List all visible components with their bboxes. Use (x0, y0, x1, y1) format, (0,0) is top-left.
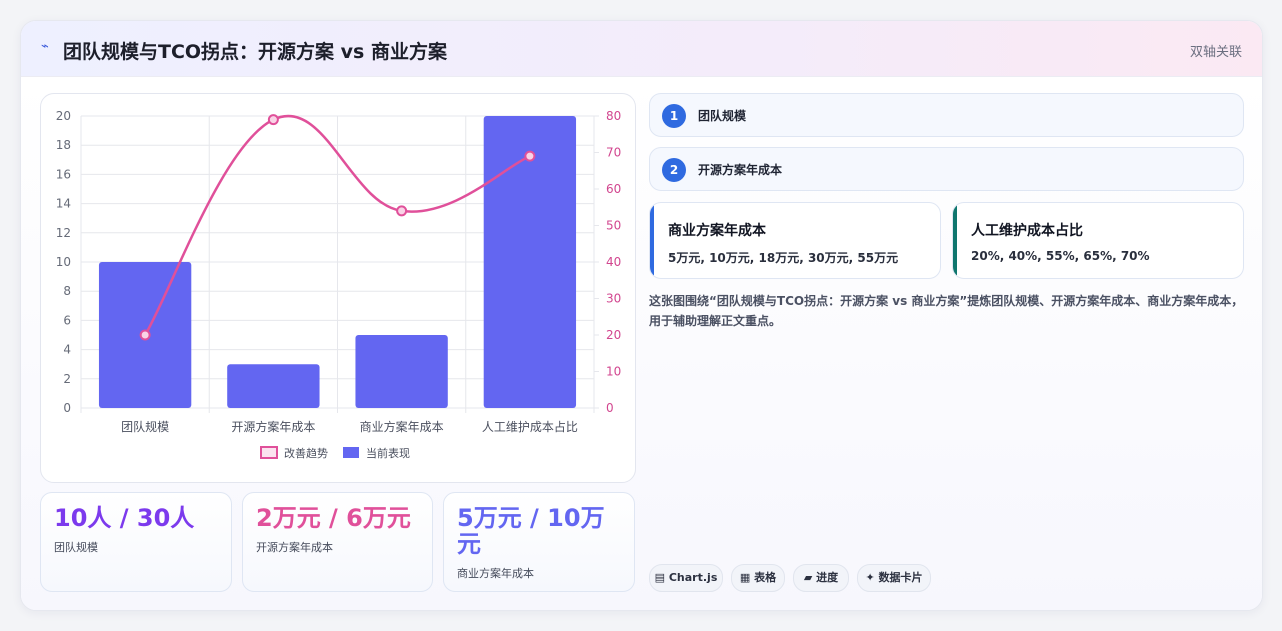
chip-progress[interactable]: ▰ 进度 (793, 564, 849, 592)
main-card: ⌁ 团队规模与TCO拐点：开源方案 vs 商业方案 双轴关联 0 2 4 6 8 10 12… (20, 20, 1263, 611)
legend-swatch-bar (343, 447, 359, 458)
info-card-commercial-cost: 商业方案年成本 5万元, 10万元, 18万元, 30万元, 55万元 (649, 202, 941, 279)
stat-card-open-source-cost: 2万元 / 6万元 开源方案年成本 (242, 492, 433, 592)
y-left-tick-label: 20 (56, 109, 71, 123)
stat-card-team-size: 10人 / 30人 团队规模 (40, 492, 232, 592)
accent-bar (650, 203, 654, 278)
accent-bar (953, 203, 957, 278)
y-left-tick-label: 8 (63, 284, 71, 298)
trend-point (524, 150, 536, 162)
bar (227, 364, 320, 408)
card-header: ⌁ 团队规模与TCO拐点：开源方案 vs 商业方案 双轴关联 (21, 21, 1262, 77)
y-left-tick-label: 10 (56, 255, 71, 269)
item-number-badge: 2 (662, 158, 686, 182)
stat-value: 5万元 / 10万元 (457, 504, 605, 558)
x-tick-label: 开源方案年成本 (231, 419, 315, 434)
x-tick-label: 团队规模 (121, 419, 169, 434)
info-card-values: 5万元, 10万元, 18万元, 30万元, 55万元 (668, 251, 899, 265)
y-right-tick-label: 50 (606, 219, 621, 233)
chip-table[interactable]: ▦ 表格 (731, 564, 785, 592)
stat-value: 2万元 / 6万元 (256, 504, 411, 532)
stat-value: 10人 / 30人 (54, 504, 195, 532)
combo-chart: 0 2 4 6 8 10 12 14 16 18 20 0 10 20 30 40 50 60 70 80 团队规模 开源… (56, 109, 622, 460)
y-left-tick-label: 16 (56, 167, 71, 181)
chart-icon: ▤ (654, 571, 666, 584)
legend-label: 当前表现 (366, 446, 410, 460)
y-right-tick-label: 60 (606, 182, 621, 196)
y-right-tick-label: 40 (606, 255, 621, 269)
y-left-tick-label: 2 (63, 372, 71, 386)
info-card-values: 20%, 40%, 55%, 65%, 70% (971, 249, 1150, 263)
stat-label: 开源方案年成本 (256, 541, 333, 554)
y-left-tick-label: 0 (63, 401, 71, 415)
y-left-tick-label: 4 (63, 343, 71, 357)
info-card-title: 商业方案年成本 (668, 223, 766, 239)
chart-panel: 0 2 4 6 8 10 12 14 16 18 20 0 10 20 30 40 50 60 70 80 团队规模 开源… (40, 93, 636, 483)
table-icon: ▦ (739, 571, 751, 584)
y-right-tick-label: 20 (606, 328, 621, 342)
trend-point (267, 114, 279, 126)
list-item: 2 开源方案年成本 (649, 147, 1244, 191)
stat-label: 团队规模 (54, 541, 98, 554)
item-number-badge: 1 (662, 104, 686, 128)
sparkle-icon: ✦ (865, 571, 875, 584)
list-item: 1 团队规模 (649, 93, 1244, 137)
chart-line-icon: ⌁ (41, 39, 49, 54)
x-tick-label: 人工维护成本占比 (482, 419, 578, 434)
y-left-tick-label: 6 (63, 313, 71, 327)
chip-chartjs[interactable]: ▤ Chart.js (649, 564, 723, 592)
y-right-tick-label: 0 (606, 401, 614, 415)
page-title: 团队规模与TCO拐点：开源方案 vs 商业方案 (63, 41, 447, 63)
legend-label: 改善趋势 (284, 446, 328, 460)
item-label: 开源方案年成本 (698, 163, 783, 177)
header-tag: 双轴关联 (1189, 45, 1242, 60)
y-left-tick-label: 18 (56, 138, 71, 152)
chip-label: 进度 (816, 571, 839, 584)
item-label: 团队规模 (698, 109, 747, 123)
info-card-title: 人工维护成本占比 (971, 223, 1083, 239)
progress-icon: ▰ (803, 571, 813, 584)
chip-label: 数据卡片 (878, 571, 923, 584)
y-right-tick-label: 10 (606, 365, 621, 379)
x-tick-label: 商业方案年成本 (360, 419, 444, 434)
description-text: 这张图围绕“团队规模与TCO拐点：开源方案 vs 商业方案”提炼团队规模、开源方… (649, 294, 1244, 328)
stat-card-commercial-cost: 5万元 / 10万元 商业方案年成本 (443, 492, 635, 592)
chip-label: 表格 (754, 571, 777, 584)
trend-point (139, 329, 151, 341)
y-right-tick-label: 30 (606, 292, 621, 306)
y-left-tick-label: 12 (56, 226, 71, 240)
chip-data-card[interactable]: ✦ 数据卡片 (857, 564, 931, 592)
trend-point (396, 205, 408, 217)
y-right-tick-label: 80 (606, 109, 621, 123)
chip-label: Chart.js (668, 571, 718, 584)
info-card-maintenance-ratio: 人工维护成本占比 20%, 40%, 55%, 65%, 70% (952, 202, 1244, 279)
stat-label: 商业方案年成本 (457, 567, 534, 580)
bar (355, 335, 448, 408)
y-right-tick-label: 70 (606, 146, 621, 160)
y-left-tick-label: 14 (56, 197, 71, 211)
legend-swatch-line (260, 446, 278, 459)
